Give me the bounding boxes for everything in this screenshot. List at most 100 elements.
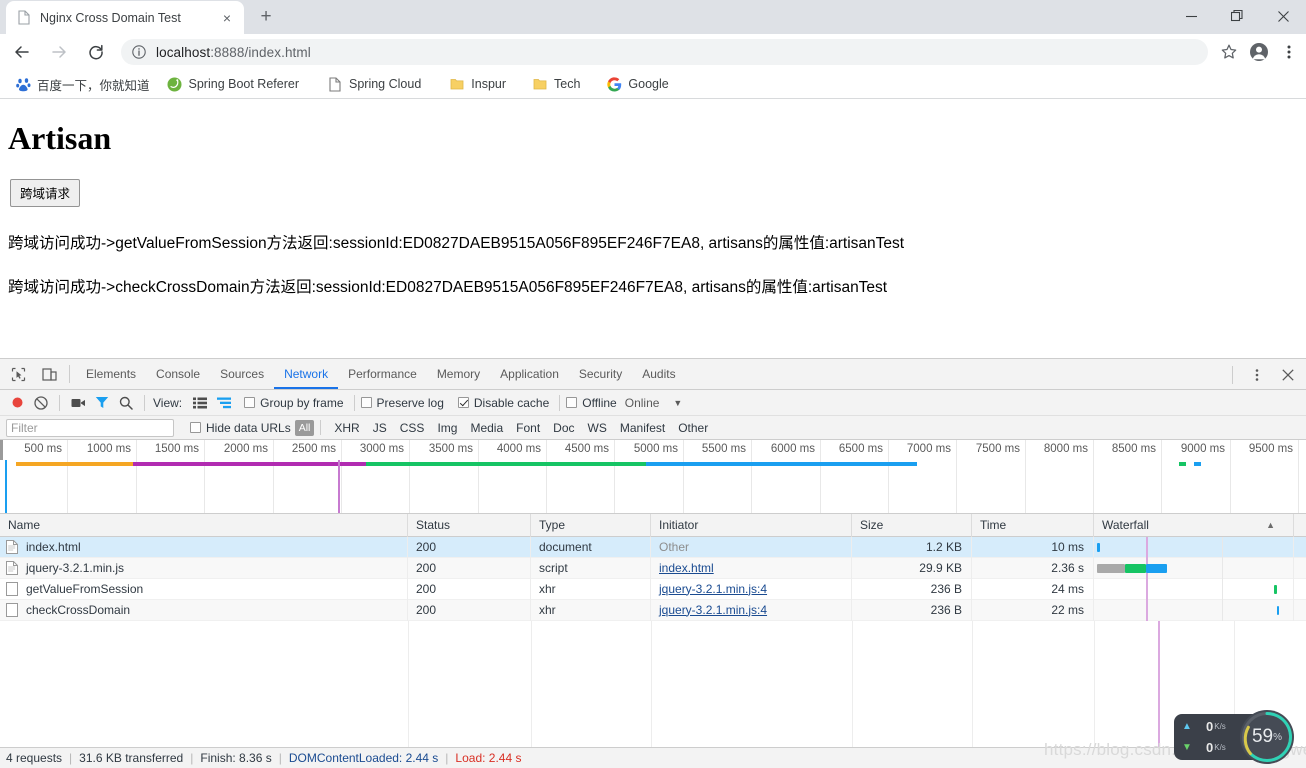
table-row[interactable]: getValueFromSession 200 xhr jquery-3.2.1.mi… — [0, 578, 1306, 600]
column-header-label: Initiator — [659, 517, 699, 532]
bookmark-baidu[interactable]: 百度一下，你就知道 — [8, 73, 157, 95]
clear-icon[interactable] — [29, 392, 53, 414]
filter-type-manifest[interactable]: Manifest — [614, 420, 671, 436]
throttling-value[interactable]: Online — [625, 396, 660, 410]
waterfall-view-icon[interactable] — [212, 392, 236, 414]
cell-initiator-text[interactable]: index.html — [659, 561, 714, 575]
network-speed-widget[interactable]: ▲ 0 K/s ▼ 0 K/s 59% — [1174, 710, 1294, 764]
filter-type-css[interactable]: CSS — [394, 420, 431, 436]
tab-network[interactable]: Network — [274, 359, 338, 389]
tab-memory[interactable]: Memory — [427, 359, 490, 389]
column-header-name[interactable]: Name — [0, 513, 408, 537]
omnibox-actions — [1214, 37, 1304, 67]
bookmark-spring-cloud[interactable]: Spring Cloud — [320, 73, 428, 95]
filter-type-ws[interactable]: WS — [582, 420, 613, 436]
offline-checkbox[interactable]: Offline — [566, 395, 617, 410]
search-icon[interactable] — [114, 392, 138, 414]
profile-icon[interactable] — [1244, 37, 1274, 67]
cell-initiator[interactable]: Other — [651, 536, 852, 558]
close-icon[interactable] — [1260, 0, 1306, 32]
device-toolbar-icon[interactable] — [36, 361, 62, 387]
reload-button[interactable] — [81, 37, 111, 67]
column-header-label: Name — [8, 517, 41, 532]
filter-type-xhr[interactable]: XHR — [328, 420, 365, 436]
cell-size: 29.9 KB — [852, 557, 972, 579]
minimize-icon[interactable] — [1168, 0, 1214, 32]
column-header-type[interactable]: Type — [531, 513, 651, 537]
filter-icon[interactable] — [90, 392, 114, 414]
info-circle-icon[interactable] — [131, 44, 147, 60]
chevron-down-icon[interactable]: ▼ — [673, 398, 682, 408]
address-bar[interactable]: localhost:8888/index.html — [121, 39, 1208, 65]
filter-input[interactable]: Filter — [6, 418, 174, 437]
cpu-gauge[interactable]: 59% — [1240, 710, 1294, 764]
list-view-icon[interactable] — [188, 392, 212, 414]
disable-cache-checkbox[interactable]: Disable cache — [457, 396, 549, 410]
group-by-frame-checkbox[interactable]: Group by frame — [244, 396, 344, 410]
devtools-more-icon[interactable] — [1244, 362, 1270, 388]
cell-initiator-text[interactable]: jquery-3.2.1.min.js:4 — [659, 582, 767, 596]
bookmark-spring-boot[interactable]: Spring Boot Referer — [160, 73, 306, 95]
tab-security[interactable]: Security — [569, 359, 632, 389]
column-header-status[interactable]: Status — [408, 513, 531, 537]
preserve-log-checkbox[interactable]: Preserve log — [360, 396, 444, 410]
tab-audits[interactable]: Audits — [632, 359, 685, 389]
timeline-gridline — [273, 440, 274, 513]
offline-label: Offline — [582, 395, 617, 410]
column-header-initiator[interactable]: Initiator — [651, 513, 852, 537]
cell-waterfall — [1094, 536, 1294, 558]
timeline-small-mark — [1193, 462, 1201, 466]
filter-type-all[interactable]: All — [294, 419, 315, 436]
cross-domain-request-button[interactable]: 跨域请求 — [10, 179, 81, 207]
maximize-icon[interactable] — [1214, 0, 1260, 32]
browser-tab[interactable]: Nginx Cross Domain Test × — [6, 1, 244, 34]
devtools-close-icon[interactable] — [1275, 362, 1301, 388]
upload-value: 0 — [1206, 719, 1214, 734]
browser-menu-icon[interactable] — [1274, 37, 1304, 67]
waterfall-bar — [1125, 563, 1146, 573]
new-tab-button[interactable]: + — [252, 3, 280, 31]
column-header-size[interactable]: Size — [852, 513, 972, 537]
timeline-tick-label: 2500 ms — [291, 443, 336, 455]
waterfall-load-line — [1158, 621, 1160, 747]
cell-size-text: 236 B — [930, 581, 962, 596]
bookmark-folder-inspur[interactable]: Inspur — [442, 73, 513, 95]
filter-type-other[interactable]: Other — [672, 420, 714, 436]
table-row[interactable]: index.html 200 document Other 1.2 KB 10 ms — [0, 536, 1306, 558]
forward-button[interactable] — [44, 37, 74, 67]
table-row[interactable]: checkCrossDomain 200 xhr jquery-3.2.1.min.j… — [0, 599, 1306, 621]
table-row[interactable]: jquery-3.2.1.min.js 200 script index.html 29… — [0, 557, 1306, 579]
close-icon[interactable]: × — [218, 9, 236, 27]
inspect-icon[interactable] — [5, 361, 31, 387]
tab-sources[interactable]: Sources — [210, 359, 274, 389]
tab-application[interactable]: Application — [490, 359, 569, 389]
column-header-time[interactable]: Time — [972, 513, 1094, 537]
filter-type-media[interactable]: Media — [464, 420, 509, 436]
tab-elements[interactable]: Elements — [76, 359, 146, 389]
network-timeline-overview[interactable]: 500 ms 1000 ms 1500 ms 2000 ms 2500 ms 3000 m… — [0, 440, 1306, 514]
finish-time: Finish: 8.36 s — [200, 751, 272, 765]
timeline-gridline — [546, 440, 547, 513]
divider — [353, 394, 355, 411]
filter-type-js[interactable]: JS — [367, 420, 393, 436]
bookmark-google[interactable]: Google — [599, 73, 675, 95]
cell-initiator-text[interactable]: jquery-3.2.1.min.js:4 — [659, 603, 767, 617]
cell-initiator[interactable]: jquery-3.2.1.min.js:4 — [651, 578, 852, 600]
record-icon[interactable] — [5, 392, 29, 414]
bookmark-folder-tech[interactable]: Tech — [525, 73, 587, 95]
column-header-waterfall[interactable]: Waterfall ▲ — [1094, 513, 1294, 537]
bookmark-star-icon[interactable] — [1214, 37, 1244, 67]
timeline-start-handle[interactable] — [0, 440, 3, 460]
filter-type-font[interactable]: Font — [510, 420, 546, 436]
filter-type-doc[interactable]: Doc — [547, 420, 580, 436]
bookmark-label: Spring Boot Referer — [188, 77, 299, 91]
hide-data-urls-checkbox[interactable]: Hide data URLs — [190, 421, 291, 435]
tab-performance[interactable]: Performance — [338, 359, 427, 389]
tab-console[interactable]: Console — [146, 359, 210, 389]
back-button[interactable] — [7, 37, 37, 67]
cell-initiator[interactable]: index.html — [651, 557, 852, 579]
cell-initiator[interactable]: jquery-3.2.1.min.js:4 — [651, 599, 852, 621]
camera-icon[interactable] — [66, 392, 90, 414]
filter-type-img[interactable]: Img — [431, 420, 463, 436]
waterfall-gridline — [1222, 599, 1223, 621]
